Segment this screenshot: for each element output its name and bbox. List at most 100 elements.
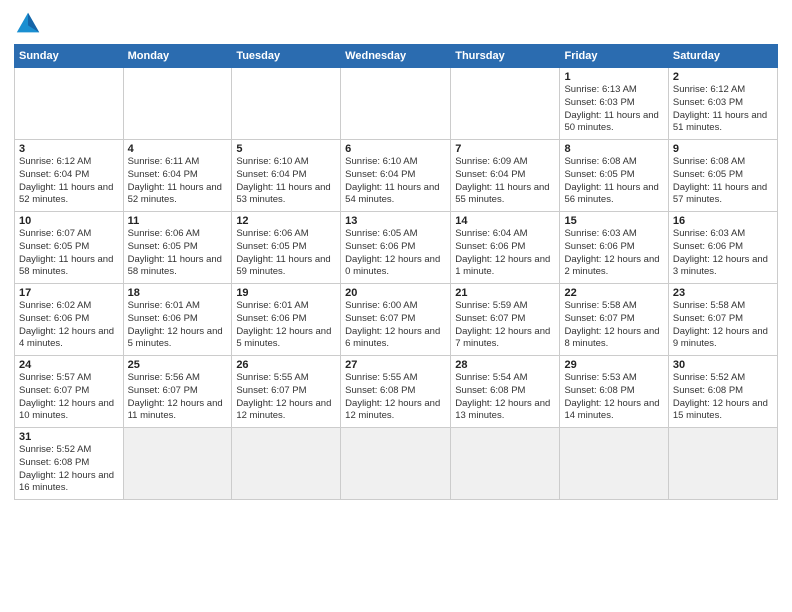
- calendar-cell: [560, 428, 668, 500]
- day-info: Sunrise: 5:58 AM Sunset: 6:07 PM Dayligh…: [564, 300, 663, 351]
- day-info: Sunrise: 6:03 AM Sunset: 6:06 PM Dayligh…: [673, 228, 773, 279]
- day-number: 8: [564, 143, 663, 155]
- calendar-cell: 7Sunrise: 6:09 AM Sunset: 6:04 PM Daylig…: [451, 140, 560, 212]
- day-number: 30: [673, 359, 773, 371]
- calendar-cell: [232, 68, 341, 140]
- day-number: 14: [455, 215, 555, 227]
- calendar-cell: [341, 428, 451, 500]
- day-number: 4: [128, 143, 228, 155]
- day-info: Sunrise: 5:55 AM Sunset: 6:08 PM Dayligh…: [345, 372, 446, 423]
- weekday-header: Tuesday: [232, 45, 341, 68]
- calendar-cell: 11Sunrise: 6:06 AM Sunset: 6:05 PM Dayli…: [123, 212, 232, 284]
- day-info: Sunrise: 5:52 AM Sunset: 6:08 PM Dayligh…: [19, 444, 119, 495]
- calendar-cell: 4Sunrise: 6:11 AM Sunset: 6:04 PM Daylig…: [123, 140, 232, 212]
- day-info: Sunrise: 5:59 AM Sunset: 6:07 PM Dayligh…: [455, 300, 555, 351]
- day-info: Sunrise: 6:12 AM Sunset: 6:03 PM Dayligh…: [673, 84, 773, 135]
- day-info: Sunrise: 6:11 AM Sunset: 6:04 PM Dayligh…: [128, 156, 228, 207]
- weekday-header: Wednesday: [341, 45, 451, 68]
- calendar-cell: [123, 428, 232, 500]
- calendar-cell: 27Sunrise: 5:55 AM Sunset: 6:08 PM Dayli…: [341, 356, 451, 428]
- calendar-cell: 23Sunrise: 5:58 AM Sunset: 6:07 PM Dayli…: [668, 284, 777, 356]
- day-number: 17: [19, 287, 119, 299]
- calendar-cell: 26Sunrise: 5:55 AM Sunset: 6:07 PM Dayli…: [232, 356, 341, 428]
- calendar-cell: 10Sunrise: 6:07 AM Sunset: 6:05 PM Dayli…: [15, 212, 124, 284]
- day-info: Sunrise: 6:10 AM Sunset: 6:04 PM Dayligh…: [236, 156, 336, 207]
- day-number: 28: [455, 359, 555, 371]
- calendar-cell: 31Sunrise: 5:52 AM Sunset: 6:08 PM Dayli…: [15, 428, 124, 500]
- calendar-cell: [123, 68, 232, 140]
- day-number: 7: [455, 143, 555, 155]
- weekday-header: Friday: [560, 45, 668, 68]
- day-number: 2: [673, 71, 773, 83]
- calendar-week-row: 10Sunrise: 6:07 AM Sunset: 6:05 PM Dayli…: [15, 212, 778, 284]
- logo: [14, 10, 46, 38]
- day-number: 9: [673, 143, 773, 155]
- day-number: 18: [128, 287, 228, 299]
- logo-icon: [14, 10, 42, 38]
- day-number: 24: [19, 359, 119, 371]
- calendar-cell: 6Sunrise: 6:10 AM Sunset: 6:04 PM Daylig…: [341, 140, 451, 212]
- day-info: Sunrise: 6:08 AM Sunset: 6:05 PM Dayligh…: [673, 156, 773, 207]
- calendar-week-row: 31Sunrise: 5:52 AM Sunset: 6:08 PM Dayli…: [15, 428, 778, 500]
- day-info: Sunrise: 6:12 AM Sunset: 6:04 PM Dayligh…: [19, 156, 119, 207]
- header: [14, 10, 778, 38]
- calendar-cell: 30Sunrise: 5:52 AM Sunset: 6:08 PM Dayli…: [668, 356, 777, 428]
- calendar-cell: [15, 68, 124, 140]
- calendar-week-row: 1Sunrise: 6:13 AM Sunset: 6:03 PM Daylig…: [15, 68, 778, 140]
- day-info: Sunrise: 6:03 AM Sunset: 6:06 PM Dayligh…: [564, 228, 663, 279]
- day-number: 10: [19, 215, 119, 227]
- day-info: Sunrise: 6:06 AM Sunset: 6:05 PM Dayligh…: [236, 228, 336, 279]
- day-number: 27: [345, 359, 446, 371]
- day-info: Sunrise: 6:01 AM Sunset: 6:06 PM Dayligh…: [128, 300, 228, 351]
- day-info: Sunrise: 5:52 AM Sunset: 6:08 PM Dayligh…: [673, 372, 773, 423]
- calendar-cell: 12Sunrise: 6:06 AM Sunset: 6:05 PM Dayli…: [232, 212, 341, 284]
- calendar-cell: 17Sunrise: 6:02 AM Sunset: 6:06 PM Dayli…: [15, 284, 124, 356]
- day-info: Sunrise: 5:58 AM Sunset: 6:07 PM Dayligh…: [673, 300, 773, 351]
- day-number: 26: [236, 359, 336, 371]
- day-number: 22: [564, 287, 663, 299]
- day-number: 20: [345, 287, 446, 299]
- day-info: Sunrise: 6:13 AM Sunset: 6:03 PM Dayligh…: [564, 84, 663, 135]
- calendar-cell: 2Sunrise: 6:12 AM Sunset: 6:03 PM Daylig…: [668, 68, 777, 140]
- weekday-header: Sunday: [15, 45, 124, 68]
- calendar-cell: 1Sunrise: 6:13 AM Sunset: 6:03 PM Daylig…: [560, 68, 668, 140]
- day-info: Sunrise: 6:01 AM Sunset: 6:06 PM Dayligh…: [236, 300, 336, 351]
- day-number: 29: [564, 359, 663, 371]
- calendar-cell: 14Sunrise: 6:04 AM Sunset: 6:06 PM Dayli…: [451, 212, 560, 284]
- day-info: Sunrise: 5:53 AM Sunset: 6:08 PM Dayligh…: [564, 372, 663, 423]
- calendar-cell: [668, 428, 777, 500]
- calendar-cell: 29Sunrise: 5:53 AM Sunset: 6:08 PM Dayli…: [560, 356, 668, 428]
- day-number: 21: [455, 287, 555, 299]
- calendar-header-row: SundayMondayTuesdayWednesdayThursdayFrid…: [15, 45, 778, 68]
- day-number: 11: [128, 215, 228, 227]
- calendar-cell: 15Sunrise: 6:03 AM Sunset: 6:06 PM Dayli…: [560, 212, 668, 284]
- day-info: Sunrise: 5:57 AM Sunset: 6:07 PM Dayligh…: [19, 372, 119, 423]
- calendar-cell: [451, 428, 560, 500]
- day-info: Sunrise: 6:04 AM Sunset: 6:06 PM Dayligh…: [455, 228, 555, 279]
- day-info: Sunrise: 6:08 AM Sunset: 6:05 PM Dayligh…: [564, 156, 663, 207]
- day-info: Sunrise: 6:00 AM Sunset: 6:07 PM Dayligh…: [345, 300, 446, 351]
- weekday-header: Saturday: [668, 45, 777, 68]
- day-number: 13: [345, 215, 446, 227]
- calendar-cell: 25Sunrise: 5:56 AM Sunset: 6:07 PM Dayli…: [123, 356, 232, 428]
- calendar-cell: 16Sunrise: 6:03 AM Sunset: 6:06 PM Dayli…: [668, 212, 777, 284]
- day-info: Sunrise: 6:02 AM Sunset: 6:06 PM Dayligh…: [19, 300, 119, 351]
- day-info: Sunrise: 5:55 AM Sunset: 6:07 PM Dayligh…: [236, 372, 336, 423]
- weekday-header: Thursday: [451, 45, 560, 68]
- calendar-cell: 9Sunrise: 6:08 AM Sunset: 6:05 PM Daylig…: [668, 140, 777, 212]
- day-info: Sunrise: 6:05 AM Sunset: 6:06 PM Dayligh…: [345, 228, 446, 279]
- calendar-cell: [341, 68, 451, 140]
- day-info: Sunrise: 6:09 AM Sunset: 6:04 PM Dayligh…: [455, 156, 555, 207]
- calendar-cell: 21Sunrise: 5:59 AM Sunset: 6:07 PM Dayli…: [451, 284, 560, 356]
- day-number: 25: [128, 359, 228, 371]
- calendar-week-row: 17Sunrise: 6:02 AM Sunset: 6:06 PM Dayli…: [15, 284, 778, 356]
- calendar-week-row: 3Sunrise: 6:12 AM Sunset: 6:04 PM Daylig…: [15, 140, 778, 212]
- day-number: 6: [345, 143, 446, 155]
- calendar-cell: 22Sunrise: 5:58 AM Sunset: 6:07 PM Dayli…: [560, 284, 668, 356]
- day-number: 5: [236, 143, 336, 155]
- calendar-cell: 3Sunrise: 6:12 AM Sunset: 6:04 PM Daylig…: [15, 140, 124, 212]
- day-info: Sunrise: 5:54 AM Sunset: 6:08 PM Dayligh…: [455, 372, 555, 423]
- calendar-cell: 18Sunrise: 6:01 AM Sunset: 6:06 PM Dayli…: [123, 284, 232, 356]
- day-number: 23: [673, 287, 773, 299]
- day-info: Sunrise: 6:10 AM Sunset: 6:04 PM Dayligh…: [345, 156, 446, 207]
